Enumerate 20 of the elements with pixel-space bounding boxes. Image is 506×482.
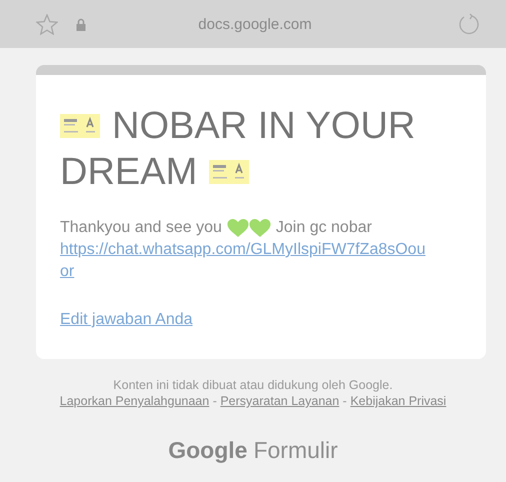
product-name: Formulir: [253, 437, 338, 464]
google-logo: Google: [168, 437, 248, 464]
hearts-icon: [226, 218, 271, 238]
message-text: Join gc nobar: [276, 218, 372, 238]
chat-link[interactable]: https://chat.whatsapp.com/GLMyIlspiFW7fZa8sOouor: [60, 239, 432, 283]
ticket-icon: [60, 114, 100, 138]
footer-link[interactable]: Persyaratan Layanan: [220, 394, 340, 408]
star-icon[interactable]: [36, 14, 58, 34]
footer-link[interactable]: Laporkan Penyalahgunaan: [60, 394, 210, 408]
reload-icon[interactable]: [458, 13, 480, 35]
lock-icon: [76, 18, 86, 30]
message-text: Thankyou and see you: [60, 218, 222, 238]
form-title: DREAM: [60, 150, 198, 195]
separator-text: -: [342, 394, 347, 408]
edit-response-link[interactable]: Edit jawaban Anda: [60, 309, 193, 331]
footer-link[interactable]: Kebijakan Privasi: [350, 394, 446, 408]
ticket-icon: [209, 160, 250, 184]
form-title: NOBAR IN YOUR: [112, 104, 416, 149]
separator-text: -: [212, 394, 217, 408]
disclaimer-text: Konten ini tidak dibuat atau didukung oleh Google.: [113, 378, 393, 392]
